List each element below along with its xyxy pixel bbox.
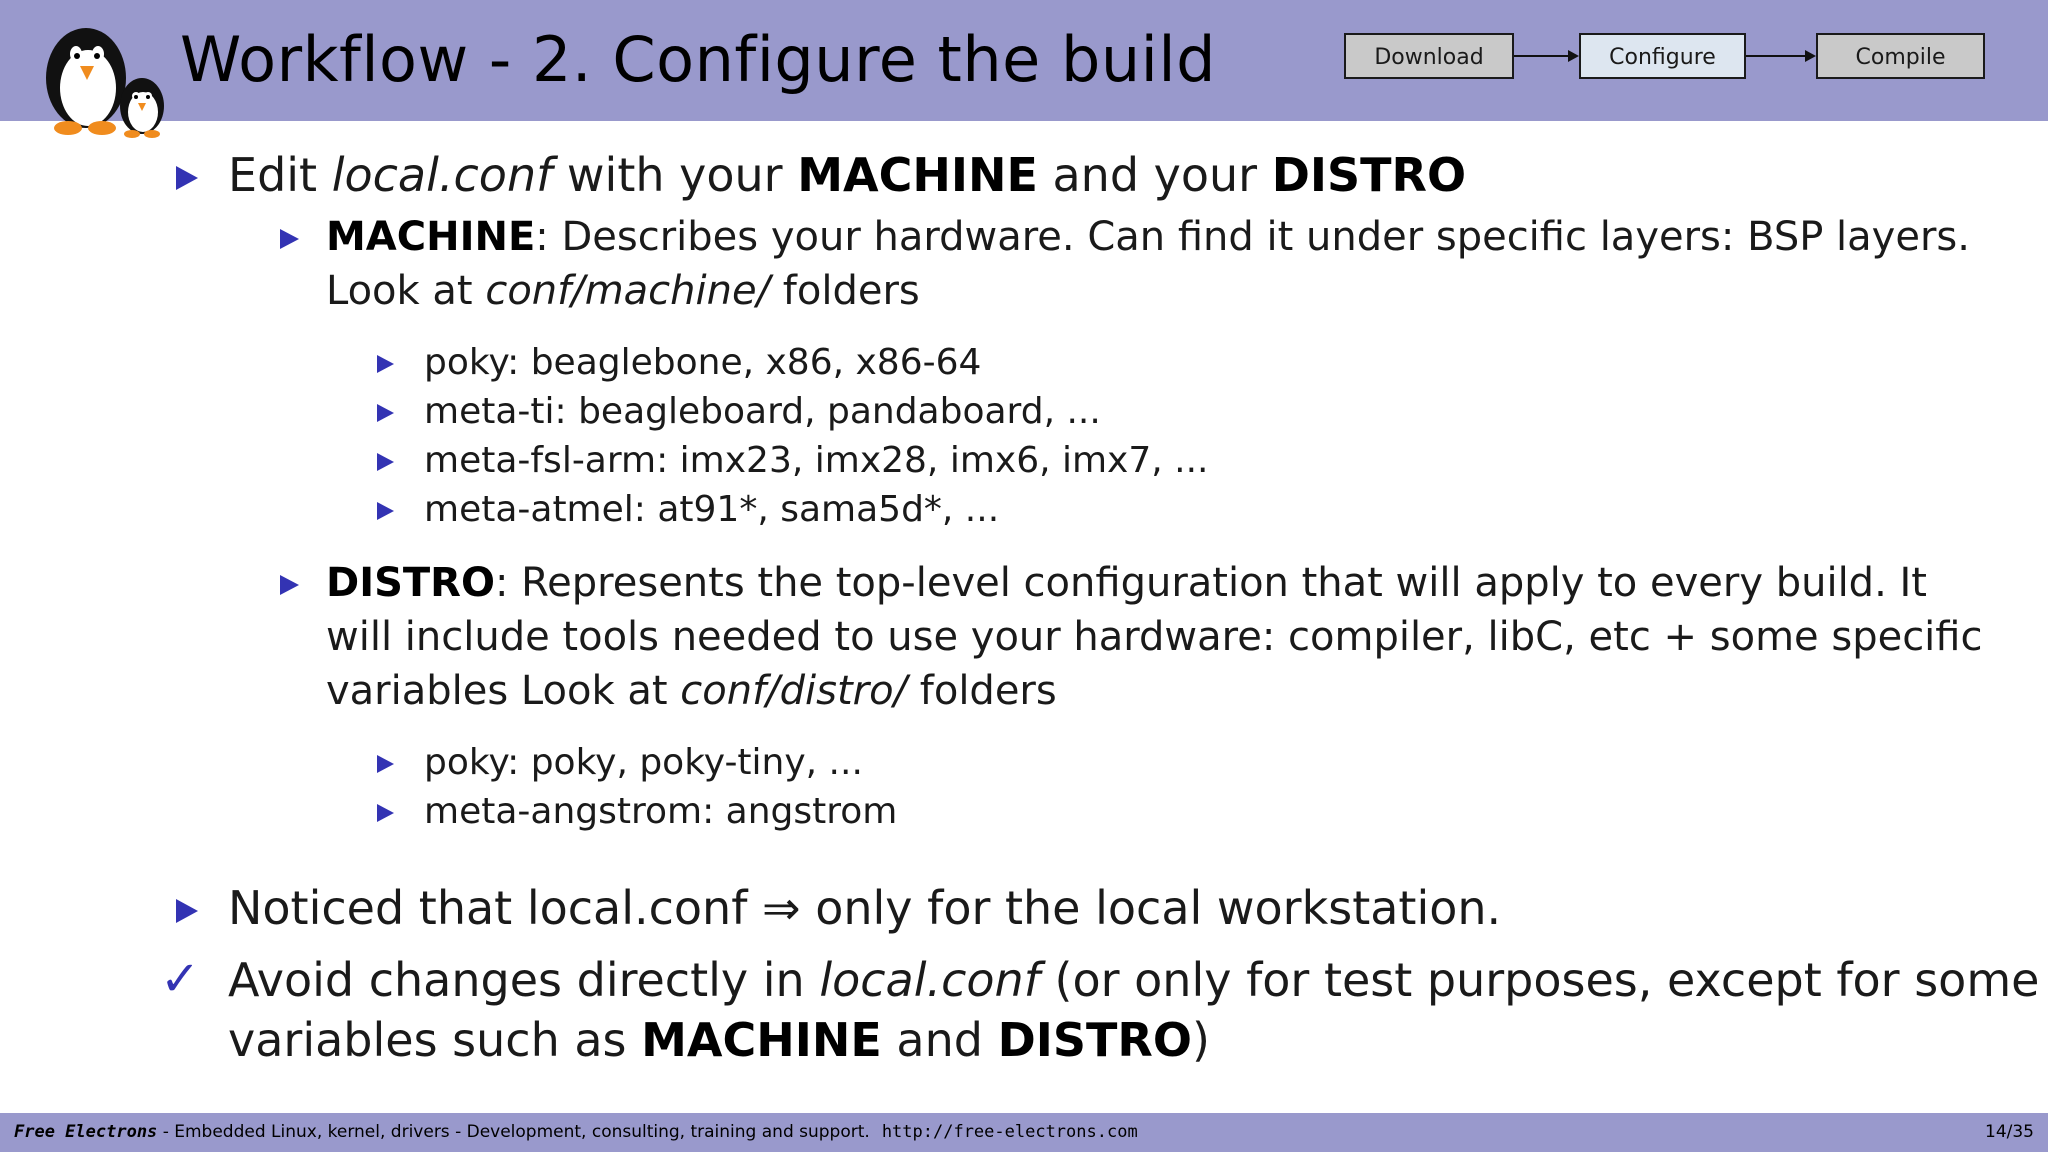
machine-layer-item: poky: beaglebone, x86, x86-64 — [424, 342, 982, 383]
footer-text: Free Electrons - Embedded Linux, kernel,… — [14, 1113, 1138, 1152]
machine-desc-line1: MACHINE: Describes your hardware. Can fi… — [326, 214, 1970, 260]
footer-url[interactable]: http://free-electrons.com — [882, 1122, 1138, 1142]
triangle-bullet-icon — [377, 453, 394, 471]
machine-layer-item: meta-atmel: at91*, sama5d*, ... — [424, 489, 1000, 530]
flow-step-compile: Compile — [1816, 33, 1985, 79]
machine-layer-item: meta-ti: beagleboard, pandaboard, ... — [424, 391, 1101, 432]
avoid-changes-line1: Avoid changes directly in local.conf (or… — [228, 953, 2040, 1007]
triangle-bullet-icon — [176, 899, 198, 923]
distro-desc-line1: DISTRO: Represents the top-level configu… — [326, 560, 1927, 606]
triangle-bullet-icon — [377, 755, 394, 773]
avoid-changes-line2: variables such as MACHINE and DISTRO) — [228, 1013, 1210, 1067]
slide-title: Workflow - 2. Configure the build — [180, 23, 1216, 96]
distro-layer-item: meta-angstrom: angstrom — [424, 791, 898, 832]
footer-bar: Free Electrons - Embedded Linux, kernel,… — [0, 1113, 2048, 1152]
flow-step-configure: Configure — [1579, 33, 1746, 79]
penguin-logo-icon — [46, 28, 164, 138]
triangle-bullet-icon — [280, 575, 299, 595]
footer-tagline: - Embedded Linux, kernel, drivers - Deve… — [157, 1122, 870, 1142]
triangle-bullet-icon — [377, 355, 394, 373]
triangle-bullet-icon — [377, 502, 394, 520]
flow-step-download: Download — [1344, 33, 1514, 79]
check-icon: ✓ — [160, 951, 201, 1007]
bullet-edit-local-conf: Edit local.conf with your MACHINE and yo… — [228, 148, 1467, 202]
noticed-local-conf: Noticed that local.conf ⇒ only for the l… — [228, 881, 1502, 935]
triangle-bullet-icon — [377, 404, 394, 422]
machine-desc-line2: Look at conf/machine/ folders — [326, 268, 920, 314]
footer-brand: Free Electrons — [14, 1122, 158, 1142]
distro-layer-item: poky: poky, poky-tiny, ... — [424, 742, 863, 783]
distro-desc-line2: will include tools needed to use your ha… — [326, 614, 1983, 660]
distro-desc-line3: variables Look at conf/distro/ folders — [326, 668, 1057, 714]
page-number: 14/35 — [1985, 1122, 2034, 1142]
triangle-bullet-icon — [176, 166, 198, 190]
triangle-bullet-icon — [280, 229, 299, 249]
triangle-bullet-icon — [377, 804, 394, 822]
machine-layer-item: meta-fsl-arm: imx23, imx28, imx6, imx7, … — [424, 440, 1209, 481]
